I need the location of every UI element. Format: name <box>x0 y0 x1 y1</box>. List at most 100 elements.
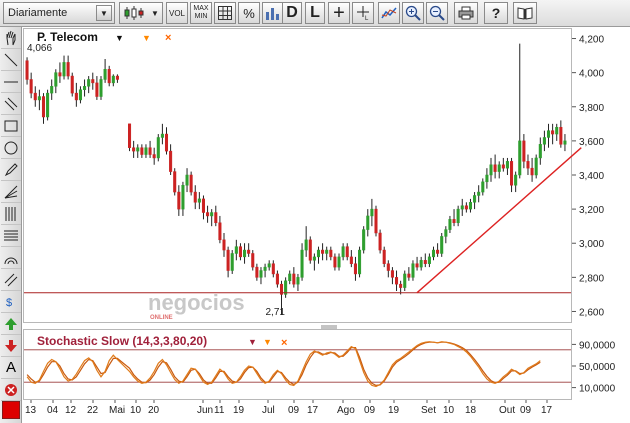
channel-tool-button[interactable] <box>1 93 21 115</box>
d-button[interactable]: D <box>282 2 302 24</box>
date-tick-label: 20 <box>148 405 160 416</box>
chevron-down-icon[interactable]: ▼ <box>263 337 272 347</box>
close-icon[interactable]: × <box>281 337 287 349</box>
hand-tool-button[interactable] <box>1 27 21 49</box>
cursor-button[interactable]: L <box>352 2 374 24</box>
svg-text:negocios: negocios <box>148 290 245 315</box>
candle-body <box>58 72 62 77</box>
candle-body <box>304 239 308 251</box>
arrow-up-icon <box>5 317 17 330</box>
candle-body <box>386 263 390 271</box>
candle-body <box>111 75 115 84</box>
delete-tool-button[interactable] <box>1 379 21 401</box>
candle-body <box>542 137 546 145</box>
pen-tool-button[interactable] <box>1 159 21 181</box>
candle <box>230 250 234 274</box>
maxmin-button[interactable]: MAX MIN <box>190 2 212 24</box>
oscillator-title[interactable]: Stochastic Slow (14,3,3,80,20) <box>37 334 207 348</box>
hline-tool-button[interactable] <box>1 71 21 93</box>
volume-label: VOL <box>168 8 185 18</box>
candle-body <box>54 72 58 87</box>
candle-body <box>321 249 325 254</box>
rectangle-tool-button[interactable] <box>1 115 21 137</box>
candle-body <box>275 273 279 285</box>
buy-arrow-button[interactable] <box>1 313 21 335</box>
candle-body <box>501 164 505 169</box>
chevron-down-icon[interactable]: ▼ <box>142 33 151 43</box>
zoom-in-button[interactable] <box>402 2 424 24</box>
candle-body <box>263 266 267 271</box>
indicator-button[interactable] <box>378 2 400 24</box>
date-tick-label: 22 <box>87 405 99 416</box>
fibonacci-tool-button[interactable] <box>1 225 21 247</box>
chart-type-button[interactable]: ▼ <box>119 2 163 24</box>
candle-body <box>378 232 382 251</box>
print-button[interactable] <box>454 2 478 24</box>
text-tool-button[interactable]: A <box>1 357 21 379</box>
horizontal-line-icon <box>4 81 18 82</box>
help-button[interactable]: ? <box>484 2 508 24</box>
candle-body <box>25 60 29 80</box>
fan-tool-button[interactable] <box>1 181 21 203</box>
candle-body <box>255 266 259 278</box>
arc-tool-button[interactable] <box>1 247 21 269</box>
price-tick-label: 3,600 <box>579 137 604 148</box>
candle-body <box>83 86 87 90</box>
candle-body <box>177 191 181 210</box>
instrument-title[interactable]: P. Telecom <box>37 30 98 44</box>
compare-button[interactable] <box>262 2 284 24</box>
candle-body <box>193 191 197 203</box>
candle-body <box>308 239 312 261</box>
line-tool-button[interactable] <box>1 49 21 71</box>
maxmin-bottom-label: MIN <box>194 13 208 20</box>
candle-body <box>62 62 66 77</box>
candle-body <box>267 263 271 268</box>
date-tick-label: 09 <box>520 405 532 416</box>
parallel-tool-button[interactable] <box>1 269 21 291</box>
chevron-down-icon[interactable]: ▼ <box>96 5 112 21</box>
sell-arrow-button[interactable] <box>1 335 21 357</box>
chevron-down-icon[interactable]: ▼ <box>115 33 124 43</box>
candle-body <box>489 164 493 176</box>
grid-icon <box>218 6 232 20</box>
candle-body <box>546 130 551 138</box>
candle-body <box>370 208 374 217</box>
price-chart[interactable]: negocios ONLINE 4,200 4,000 3,800 3,600 3,40… <box>23 27 630 423</box>
chevron-down-icon[interactable]: ▼ <box>248 337 257 347</box>
candle-body <box>316 249 321 258</box>
maxmin-top-label: MAX <box>193 5 209 12</box>
candle-body <box>140 147 144 155</box>
period-select-value: Diariamente <box>8 7 68 19</box>
candle-body <box>349 256 353 264</box>
candle-body <box>353 263 357 275</box>
l-button[interactable]: L <box>305 2 325 24</box>
guide-button[interactable] <box>513 2 537 24</box>
candle-body <box>201 198 205 213</box>
percent-label: % <box>243 5 255 21</box>
candle <box>173 168 177 196</box>
candle-body <box>522 140 526 162</box>
candle-body <box>551 130 555 135</box>
d-label: D <box>286 4 298 21</box>
percent-button[interactable]: % <box>238 2 260 24</box>
cycle-tool-button[interactable] <box>1 203 21 225</box>
date-tick-label: Ago <box>337 405 355 416</box>
ellipse-tool-button[interactable] <box>1 137 21 159</box>
volume-button[interactable]: VOL <box>166 2 188 24</box>
date-tick-label: 10 <box>130 405 142 416</box>
price-tick-label: 4,200 <box>579 35 604 46</box>
candle-body <box>132 147 136 152</box>
candle <box>362 226 366 254</box>
printer-icon <box>458 6 474 20</box>
zoom-out-button[interactable] <box>426 2 448 24</box>
period-select[interactable]: Diariamente ▼ <box>3 2 115 24</box>
color-picker-button[interactable] <box>1 399 21 421</box>
candle-body <box>218 222 222 241</box>
grid-button[interactable] <box>214 2 236 24</box>
candle-body <box>436 249 440 254</box>
crosshair-icon: + <box>333 1 345 24</box>
close-icon[interactable]: × <box>165 32 171 44</box>
speed-tool-button[interactable]: $ <box>1 291 21 313</box>
candle-body <box>66 62 70 77</box>
crosshair-button[interactable]: + <box>328 2 350 24</box>
